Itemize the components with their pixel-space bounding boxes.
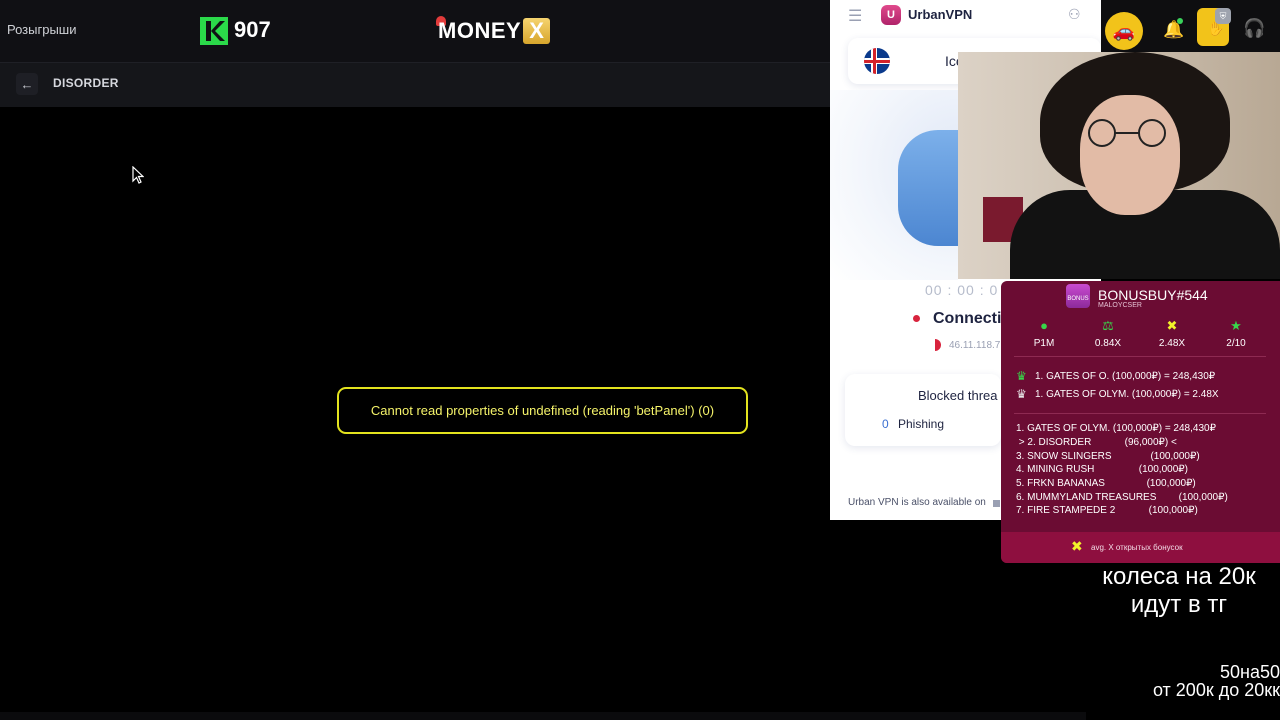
bonus-list-item: 4. MINING RUSH (100,000₽): [1016, 464, 1188, 475]
game-title-bar: [0, 62, 830, 107]
game-area-bottom: [0, 712, 1086, 720]
brand-logo-text: MONEY: [438, 18, 522, 43]
nav-raffles-link[interactable]: Розыгрыши: [7, 22, 77, 37]
iceland-flag-icon: [864, 48, 890, 74]
bonus-buy-footer-text: avg. X открытых бонусок: [1091, 543, 1183, 552]
best-x-line: 1. GATES OF OLYM. (100,000₽) = 2.48X: [1035, 389, 1219, 400]
wheels-line-1: колеса на 20к: [1102, 563, 1256, 590]
vpn-footer-text: Urban VPN is also available on: [848, 497, 986, 508]
ip-flag-icon: [929, 339, 941, 351]
multiplier-x-icon: ✖: [1166, 318, 1178, 333]
divider: [1014, 413, 1266, 414]
webcam-person-face: [1080, 95, 1180, 215]
vpn-app-name: UrbanVPN: [908, 7, 973, 22]
headset-icon[interactable]: 🎧: [1243, 18, 1265, 39]
mouse-cursor-icon: [132, 166, 144, 184]
k-balance: 907: [234, 17, 271, 42]
glasses-icon: [1088, 119, 1166, 147]
star-icon: ★: [1230, 318, 1242, 333]
brand-logo-x: X: [523, 18, 551, 44]
connect-shield-icon[interactable]: [898, 130, 958, 246]
scale-icon: ⚖: [1102, 318, 1114, 333]
stat-value: P1M: [1033, 338, 1055, 349]
connection-status: Connecti: [933, 310, 1002, 327]
wheels-announcement: колеса на 20к идут в тг: [1086, 563, 1272, 619]
crown-white-icon: ♛: [1016, 387, 1027, 401]
ip-address: 46.11.118.7: [949, 340, 1001, 351]
bonus-buy-title: BONUSBUY#544: [1098, 287, 1208, 303]
status-dot-icon: [913, 315, 920, 322]
promo-line-2: от 200к до 20кк: [1152, 680, 1280, 700]
bonus-list-item: 1. GATES OF OLYM. (100,000₽) = 248,430₽: [1016, 423, 1216, 434]
menu-icon[interactable]: ☰: [848, 6, 862, 26]
crown-green-icon: ♛: [1016, 369, 1027, 383]
divider: [1014, 356, 1266, 357]
bonus-list-item: 3. SNOW SLINGERS (100,000₽): [1016, 451, 1200, 462]
bonus-list-item: 6. MUMMYLAND TREASURES (100,000₽): [1016, 492, 1228, 503]
bonus-list-item-current: > 2. DISORDER (96,000₽) <: [1016, 437, 1177, 448]
game-title: DISORDER: [53, 76, 119, 90]
windows-icon[interactable]: [993, 500, 1000, 507]
notification-dot: [1177, 18, 1183, 24]
multiplier-x-icon: ✖: [1071, 538, 1083, 554]
blocked-threats-card: [845, 374, 1001, 446]
bonus-list-item: 5. FRKN BANANAS (100,000₽): [1016, 478, 1196, 489]
best-win-line: 1. GATES OF O. (100,000₽) = 248,430₽: [1035, 371, 1216, 382]
back-arrow-icon[interactable]: ←: [16, 73, 38, 95]
bonus-gift-icon: BONUS: [1066, 284, 1090, 308]
stat-value: 2.48X: [1158, 338, 1186, 349]
connection-timer: 00 : 00 : 0: [925, 282, 999, 298]
urban-vpn-logo-icon: U: [881, 5, 901, 25]
wheels-line-2: идут в тг: [1130, 591, 1228, 618]
bonus-list-item: 7. FIRE STAMPEDE 2 (100,000₽): [1016, 505, 1198, 516]
car-icon[interactable]: 🚗: [1105, 12, 1143, 50]
brand-logo[interactable]: MONEY X: [438, 18, 551, 44]
blocked-threats-title: Blocked threa: [918, 388, 998, 403]
bonus-buy-subtitle: MALOYCSER: [1098, 302, 1142, 309]
shield-badge-icon: ⛨: [1215, 8, 1231, 24]
phishing-count: 0: [882, 417, 889, 431]
site-header: [0, 0, 830, 62]
error-message: Cannot read properties of undefined (rea…: [337, 387, 748, 434]
stat-value: 2/10: [1226, 338, 1246, 349]
phishing-label: Phishing: [898, 417, 945, 431]
green-circle-icon: ●: [1040, 318, 1048, 333]
stat-value: 0.84X: [1094, 338, 1122, 349]
profile-icon[interactable]: ⚇: [1068, 6, 1081, 23]
k-logo-icon: [200, 17, 228, 45]
